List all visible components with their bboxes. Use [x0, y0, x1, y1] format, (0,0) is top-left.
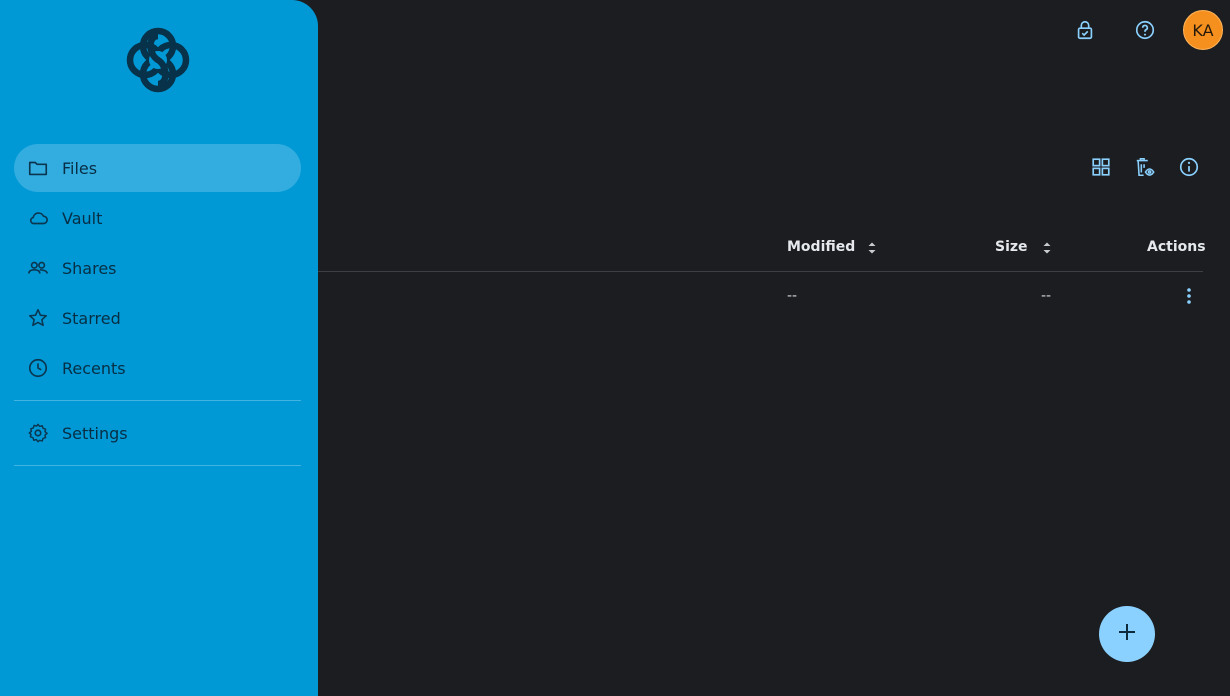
sidebar-item-vault[interactable]: Vault [14, 194, 301, 242]
sidebar-item-starred[interactable]: Starred [14, 294, 301, 342]
cell-size: -- [1041, 288, 1052, 304]
clock-icon [26, 356, 50, 380]
people-icon [26, 256, 50, 280]
more-actions-icon[interactable] [1179, 284, 1199, 308]
column-header-actions: Actions [1147, 239, 1206, 255]
help-icon[interactable] [1133, 18, 1157, 42]
sort-icon[interactable] [867, 238, 877, 258]
sidebar-item-label: Starred [62, 308, 121, 328]
gear-icon [26, 421, 50, 445]
sidebar-item-files[interactable]: Files [14, 144, 301, 192]
sidebar-item-label: Settings [62, 423, 128, 443]
divider [14, 400, 301, 401]
sidebar-item-settings[interactable]: Settings [14, 409, 301, 457]
sidebar-item-shares[interactable]: Shares [14, 244, 301, 292]
sort-icon[interactable] [1042, 238, 1052, 258]
trash-view-icon[interactable] [1133, 155, 1157, 179]
sidebar-item-label: Shares [62, 258, 117, 278]
cloud-icon [26, 206, 50, 230]
sync-logo-icon[interactable] [121, 24, 195, 96]
plus-icon [1115, 620, 1139, 648]
divider [14, 465, 301, 466]
sidebar-item-label: Recents [62, 358, 126, 378]
column-header-size[interactable]: Size [995, 239, 1028, 255]
star-icon [26, 306, 50, 330]
sidebar-item-label: Vault [62, 208, 103, 228]
add-button[interactable] [1099, 606, 1155, 662]
avatar[interactable]: KA [1183, 10, 1223, 50]
table-header-divider [318, 271, 1203, 272]
sidebar-nav: Files Vault Shares Starred Recents Setti… [14, 144, 301, 474]
folder-icon [26, 156, 50, 180]
avatar-initials: KA [1192, 20, 1214, 40]
grid-view-icon[interactable] [1089, 155, 1113, 179]
cell-modified: -- [787, 288, 798, 304]
info-icon[interactable] [1177, 155, 1201, 179]
column-header-modified[interactable]: Modified [787, 239, 855, 255]
lock-check-icon[interactable] [1073, 18, 1097, 42]
sidebar-item-recents[interactable]: Recents [14, 344, 301, 392]
sidebar: Files Vault Shares Starred Recents Setti… [0, 0, 318, 696]
sidebar-item-label: Files [62, 158, 98, 178]
